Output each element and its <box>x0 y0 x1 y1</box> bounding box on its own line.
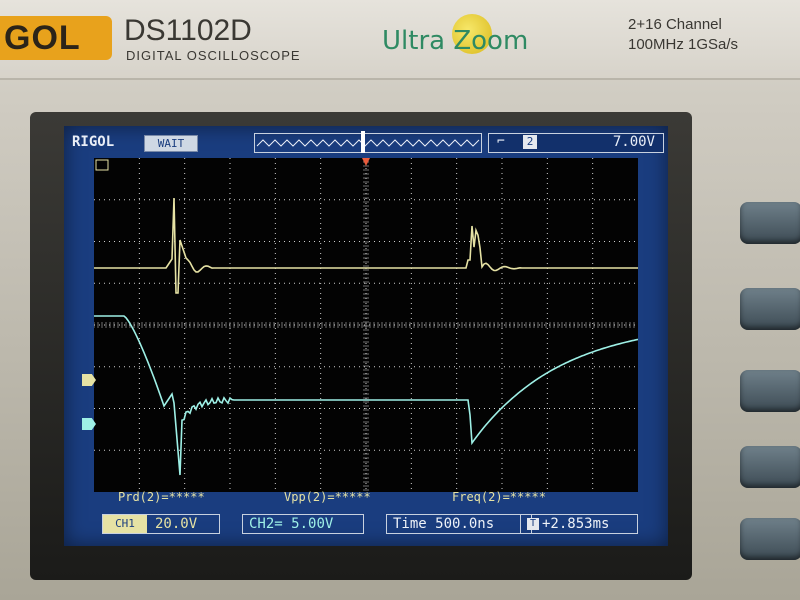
menu-softkey-5[interactable] <box>740 518 800 560</box>
trigger-offset-value: +2.853ms <box>542 516 610 532</box>
ultrazoom-label: Ultra Zoom <box>382 26 529 56</box>
channel-spec: 2+16 Channel <box>628 16 722 33</box>
ch2-scale[interactable]: CH2= 5.00V <box>242 514 364 534</box>
menu-softkey-2[interactable] <box>740 288 800 330</box>
status-bar: RIGOL WAIT ⌐ 2 7.00V <box>64 131 668 154</box>
run-state-badge: WAIT <box>144 135 198 152</box>
screen-brand-label: RIGOL <box>72 134 115 150</box>
trigger-level: 7.00V <box>612 134 655 150</box>
frequency-measurement: Freq(2)=***** <box>452 490 546 504</box>
model-name: DS1102D <box>124 14 252 47</box>
ch2-label: CH2 <box>249 516 275 532</box>
trigger-info[interactable]: ⌐ 2 7.00V <box>488 133 664 153</box>
waveform-graticule <box>94 158 638 492</box>
time-label: Time <box>393 516 427 532</box>
brand-logo: GOL <box>0 16 112 60</box>
memory-wave-icon <box>256 139 480 147</box>
trigger-position-marker <box>361 131 365 153</box>
memory-depth-bar <box>254 131 482 153</box>
timebase-scale[interactable]: Time 500.0ns <box>386 514 532 534</box>
ch2-volts-div: 5.00V <box>291 516 334 532</box>
menu-softkey-4[interactable] <box>740 446 800 488</box>
oscilloscope-body: GOL DS1102D DIGITAL OSCILLOSCOPE Ultra Z… <box>0 0 800 600</box>
menu-softkey-1[interactable] <box>740 202 800 244</box>
front-panel-header: GOL DS1102D DIGITAL OSCILLOSCOPE Ultra Z… <box>0 0 800 80</box>
vpp-measurement: Vpp(2)=***** <box>284 490 371 504</box>
ch1-scale[interactable]: CH1 20.0V <box>102 514 220 534</box>
scale-bar: CH1 20.0V CH2= 5.00V Time 500.0ns T +2.85… <box>64 512 668 534</box>
model-subtitle: DIGITAL OSCILLOSCOPE <box>126 48 301 63</box>
trigger-offset-icon: T <box>527 518 539 530</box>
trigger-source-badge: 2 <box>523 135 537 149</box>
oscilloscope-screen: RIGOL WAIT ⌐ 2 7.00V Prd(2)=***** Vpp(2)… <box>64 126 668 546</box>
ch1-volts-div: 20.0V <box>155 516 198 532</box>
bandwidth-spec: 100MHz 1GSa/s <box>628 36 739 53</box>
rising-edge-icon: ⌐ <box>497 134 505 149</box>
time-per-div: 500.0ns <box>435 516 495 532</box>
ch1-tag: CH1 <box>103 515 147 533</box>
period-measurement: Prd(2)=***** <box>118 490 205 504</box>
menu-softkey-3[interactable] <box>740 370 800 412</box>
trigger-offset[interactable]: T +2.853ms <box>520 514 638 534</box>
